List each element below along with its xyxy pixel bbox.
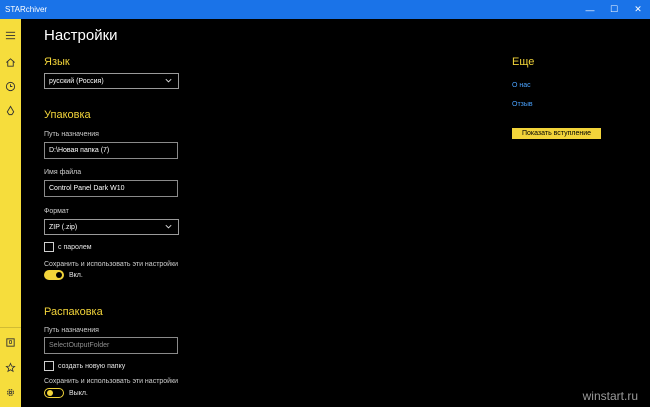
minimize-button[interactable]: — [578,0,602,19]
sidebar-item-history[interactable] [0,75,21,97]
password-checkbox-label: с паролем [58,243,92,251]
watermark: winstart.ru [582,389,638,403]
sidebar-divider [0,327,21,328]
title-bar: STARchiver — ☐ ✕ [0,0,650,19]
language-section-title: Язык [44,56,70,68]
close-button[interactable]: ✕ [626,0,650,19]
page-title: Настройки [44,27,118,44]
sidebar-item-recycle[interactable] [0,99,21,121]
new-folder-checkbox[interactable] [44,361,54,371]
more-section-title: Еще [512,56,535,68]
unpacking-toggle-state: Выкл. [69,389,88,397]
maximize-button[interactable]: ☐ [602,0,626,19]
sidebar [0,19,21,407]
packing-save-toggle[interactable] [44,270,64,280]
format-select-value: ZIP (.zip) [49,223,78,231]
password-checkbox[interactable] [44,242,54,252]
about-link[interactable]: О нас [512,82,531,89]
toggle-knob [56,272,62,278]
gear-icon [7,388,14,396]
feedback-link[interactable]: Отзыв [512,101,533,108]
archive-icon [6,337,15,347]
chevron-down-icon [165,224,172,229]
unpacking-dest-label: Путь назначения [44,327,99,334]
home-icon [6,57,15,67]
format-select[interactable]: ZIP (.zip) [44,219,179,235]
chevron-down-icon [165,78,172,83]
packing-section-title: Упаковка [44,109,91,121]
sidebar-item-archive[interactable] [0,331,21,353]
packing-toggle-state: Вкл. [69,271,83,279]
star-icon [5,361,16,372]
hamburger-icon [5,31,16,39]
toggle-knob [47,390,53,396]
sidebar-item-favorites[interactable] [0,356,21,378]
window-controls: — ☐ ✕ [578,0,650,19]
unpacking-save-label: Сохранить и использовать эти настройки [44,378,179,385]
format-label: Формат [44,208,69,215]
language-select[interactable]: русский (Россия) [44,73,179,89]
settings-page: Настройки Язык русский (Россия) Упаковка… [21,19,650,407]
filename-input[interactable]: Control Panel Dark W10 [44,180,178,197]
packing-dest-input[interactable]: D:\Новая папка (7) [44,142,178,159]
packing-dest-label: Путь назначения [44,131,99,138]
hamburger-menu-button[interactable] [0,24,21,46]
unpacking-save-toggle[interactable] [44,388,64,398]
sidebar-item-home[interactable] [0,51,21,73]
new-folder-checkbox-row[interactable]: создать новую папку [44,361,125,371]
show-intro-button[interactable]: Показать вступление [512,128,601,139]
packing-save-toggle-row[interactable]: Вкл. [44,270,83,280]
unpacking-save-toggle-row[interactable]: Выкл. [44,388,88,398]
clock-icon [5,81,16,91]
language-select-value: русский (Россия) [49,77,104,85]
new-folder-checkbox-label: создать новую папку [58,362,126,370]
packing-save-label: Сохранить и использовать эти настройки [44,261,179,268]
password-checkbox-row[interactable]: с паролем [44,242,92,252]
sidebar-item-settings[interactable] [0,381,21,403]
window-title: STARchiver [5,5,48,14]
recycle-icon [6,104,15,115]
unpacking-section-title: Распаковка [44,306,103,318]
filename-label: Имя файла [44,169,82,176]
unpacking-dest-input[interactable]: SelectOutputFolder [44,337,178,354]
